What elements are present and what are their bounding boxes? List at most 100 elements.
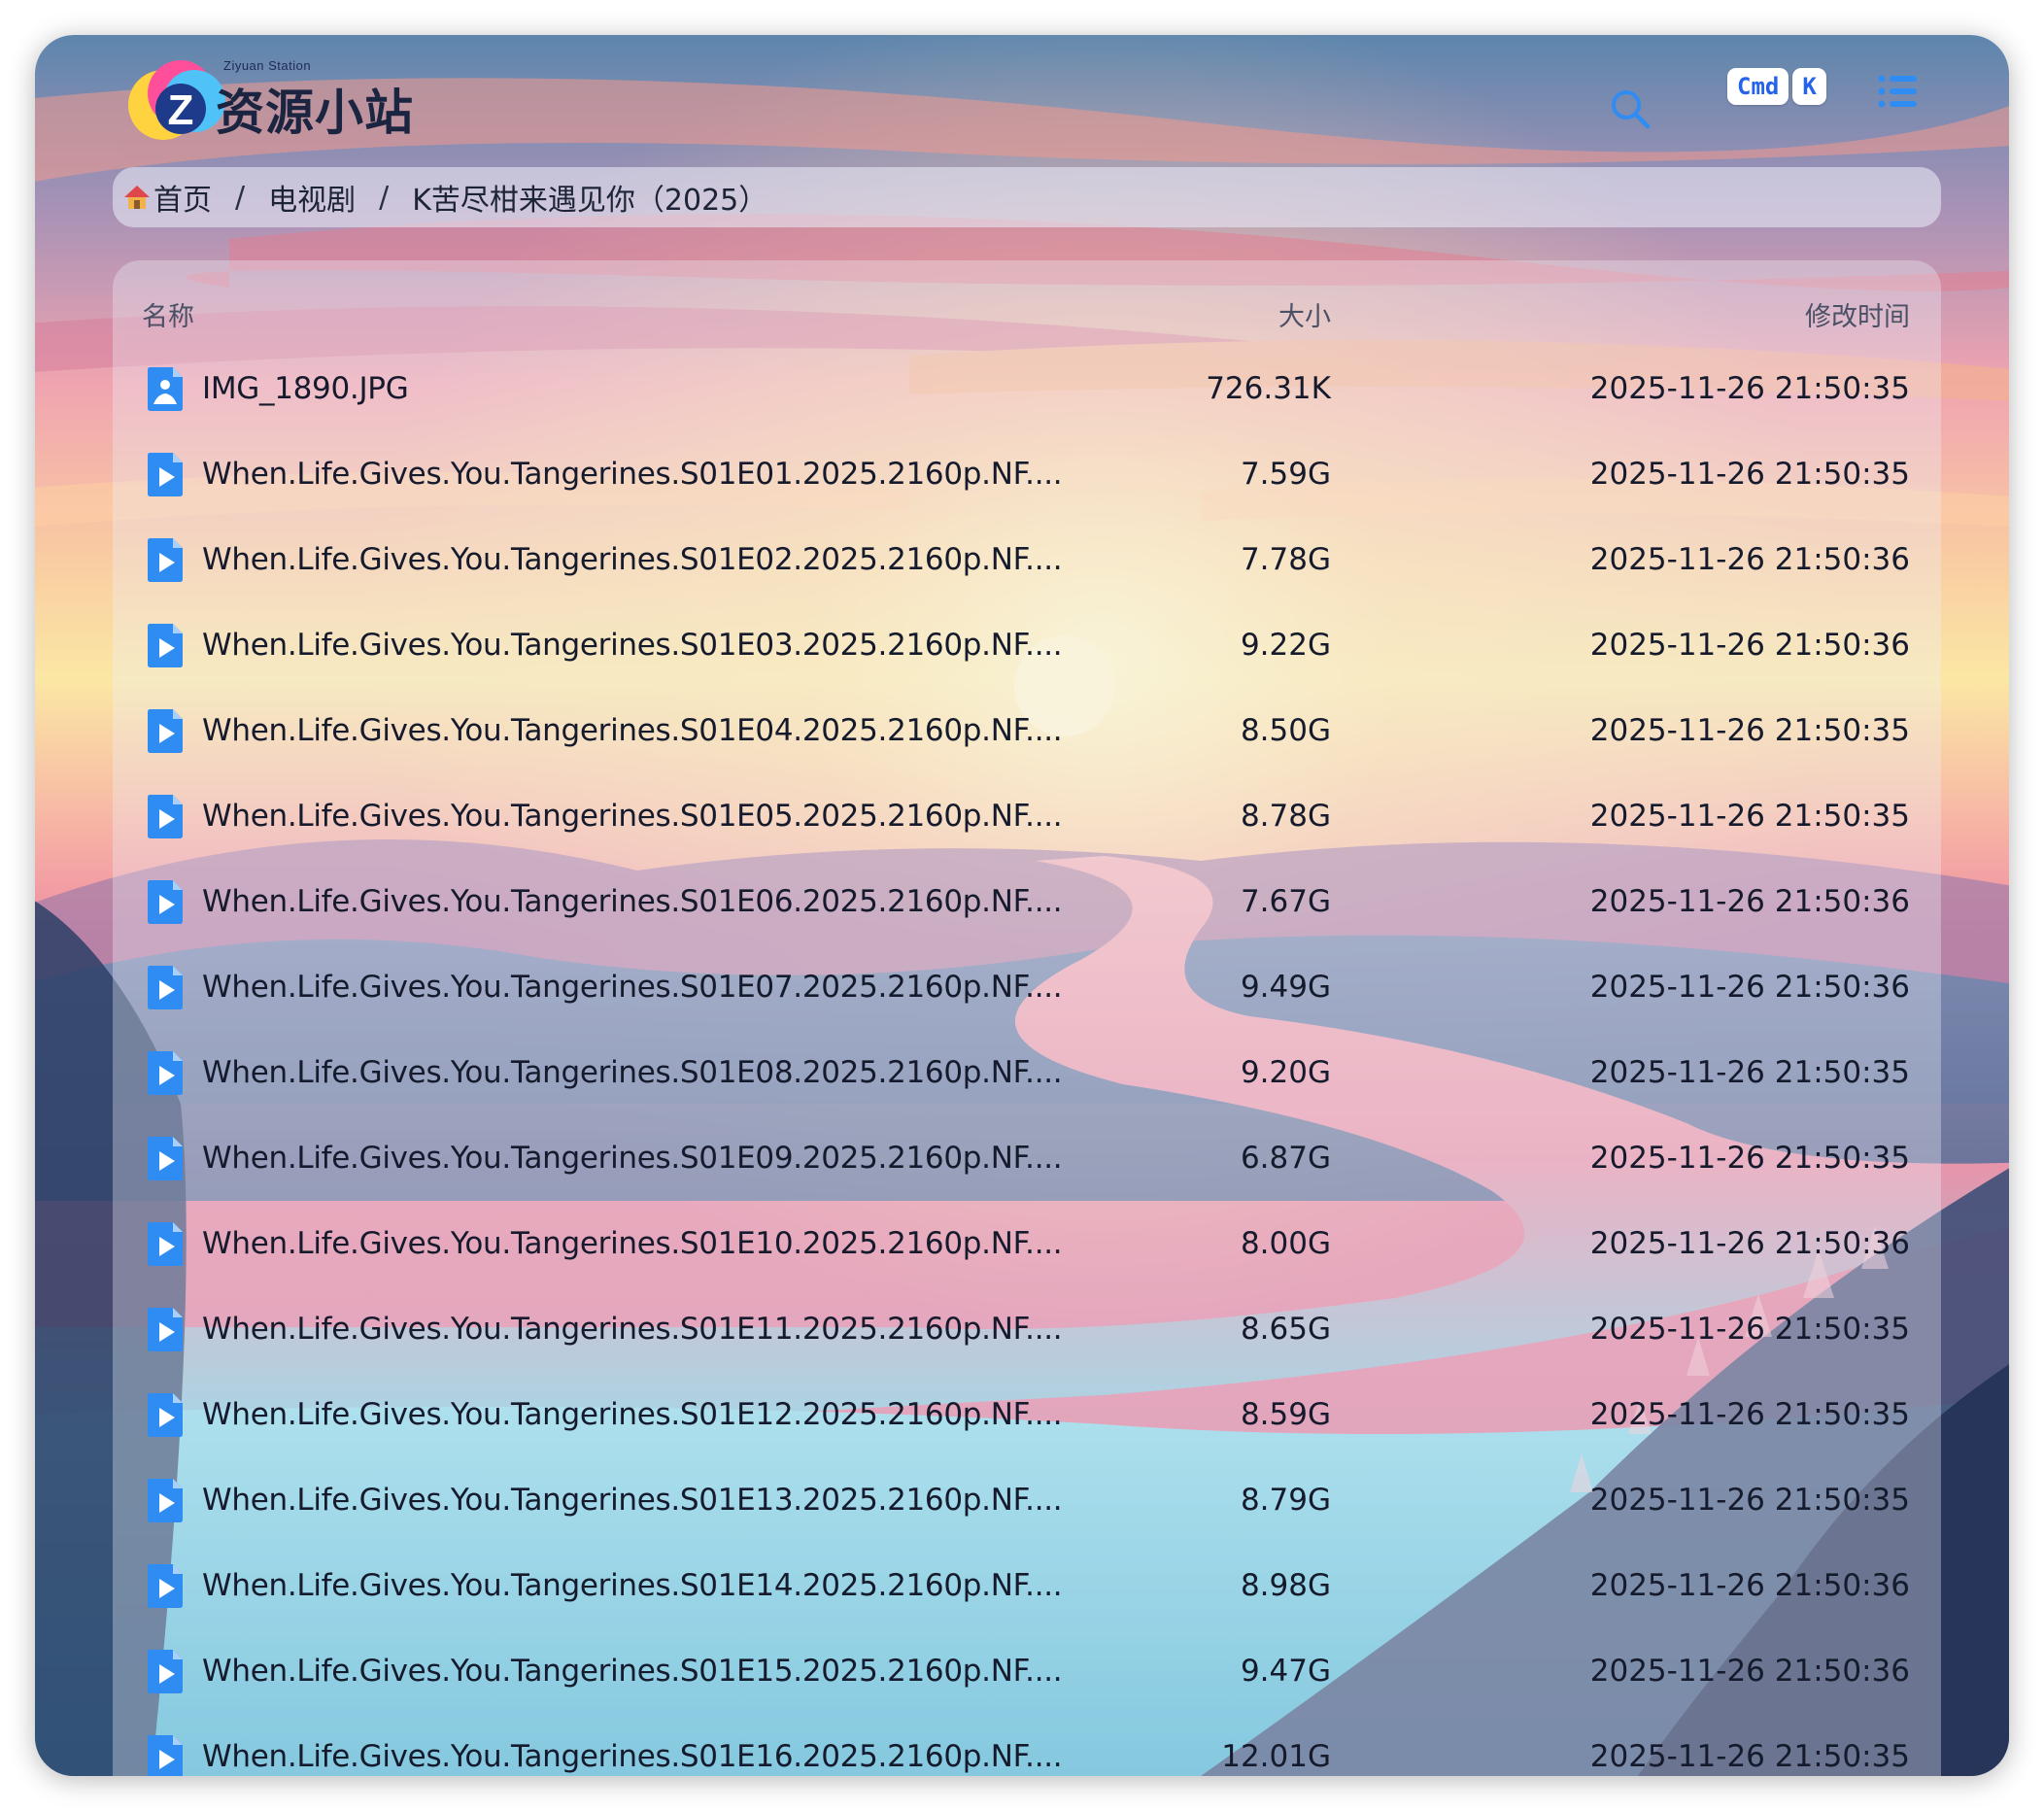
file-modified-time: 2025-11-26 21:50:35 xyxy=(1589,1312,1910,1347)
file-row[interactable]: When.Life.Gives.You.Tangerines.S01E13.20… xyxy=(113,1457,1941,1543)
search-shortcut-hint: Cmd K xyxy=(1727,68,1826,105)
file-size: 8.65G xyxy=(1240,1312,1331,1347)
file-name: When.Life.Gives.You.Tangerines.S01E09.20… xyxy=(202,1141,1063,1176)
file-row[interactable]: When.Life.Gives.You.Tangerines.S01E16.20… xyxy=(113,1714,1941,1776)
file-name: When.Life.Gives.You.Tangerines.S01E16.20… xyxy=(202,1739,1063,1774)
breadcrumb-separator: / xyxy=(379,180,390,215)
video-file-icon xyxy=(146,793,185,839)
file-row[interactable]: When.Life.Gives.You.Tangerines.S01E02.20… xyxy=(113,517,1941,602)
video-file-icon xyxy=(146,878,185,925)
column-header-size[interactable]: 大小 xyxy=(1278,295,1331,333)
image-file-icon xyxy=(146,365,185,412)
file-name: When.Life.Gives.You.Tangerines.S01E12.20… xyxy=(202,1397,1063,1432)
file-modified-time: 2025-11-26 21:50:35 xyxy=(1589,1397,1910,1432)
file-modified-time: 2025-11-26 21:50:35 xyxy=(1589,457,1910,492)
app-window: Z Ziyuan Station 资源小站 Cmd K 首页 / 电视剧 / K… xyxy=(35,35,2009,1776)
file-row[interactable]: When.Life.Gives.You.Tangerines.S01E05.20… xyxy=(113,773,1941,859)
kbd-cmd: Cmd xyxy=(1727,68,1789,105)
file-row[interactable]: When.Life.Gives.You.Tangerines.S01E03.20… xyxy=(113,602,1941,688)
column-header-modified[interactable]: 修改时间 xyxy=(1805,295,1910,333)
file-size: 726.31K xyxy=(1206,371,1331,406)
file-size: 9.49G xyxy=(1240,970,1331,1005)
file-size: 8.50G xyxy=(1240,713,1331,748)
file-row[interactable]: When.Life.Gives.You.Tangerines.S01E12.20… xyxy=(113,1372,1941,1457)
file-name: When.Life.Gives.You.Tangerines.S01E05.20… xyxy=(202,799,1063,834)
file-size: 7.67G xyxy=(1240,884,1331,919)
logo-letter: Z xyxy=(168,86,194,134)
file-modified-time: 2025-11-26 21:50:36 xyxy=(1589,1568,1910,1603)
file-modified-time: 2025-11-26 21:50:36 xyxy=(1589,628,1910,663)
file-rows: IMG_1890.JPG 726.31K 2025-11-26 21:50:35 Wh… xyxy=(113,346,1941,1776)
video-file-icon xyxy=(146,964,185,1010)
logo-small-text: Ziyuan Station xyxy=(223,58,312,73)
file-name: When.Life.Gives.You.Tangerines.S01E10.20… xyxy=(202,1226,1063,1261)
file-name: IMG_1890.JPG xyxy=(202,371,409,406)
file-size: 8.59G xyxy=(1240,1397,1331,1432)
file-name: When.Life.Gives.You.Tangerines.S01E11.20… xyxy=(202,1312,1063,1347)
video-file-icon xyxy=(146,536,185,583)
file-size: 9.22G xyxy=(1240,628,1331,663)
search-icon[interactable] xyxy=(1605,84,1655,134)
breadcrumb-current-folder[interactable]: K苦尽柑来遇见你（2025） xyxy=(412,176,767,219)
file-modified-time: 2025-11-26 21:50:35 xyxy=(1589,1739,1910,1774)
file-size: 8.00G xyxy=(1240,1226,1331,1261)
video-file-icon xyxy=(146,1135,185,1181)
video-file-icon xyxy=(146,1306,185,1352)
file-row[interactable]: When.Life.Gives.You.Tangerines.S01E10.20… xyxy=(113,1201,1941,1286)
file-name: When.Life.Gives.You.Tangerines.S01E01.20… xyxy=(202,457,1063,492)
column-header-name[interactable]: 名称 xyxy=(142,295,194,333)
breadcrumb: 首页 / 电视剧 / K苦尽柑来遇见你（2025） xyxy=(113,167,1941,227)
file-name: When.Life.Gives.You.Tangerines.S01E15.20… xyxy=(202,1654,1063,1689)
logo-text[interactable]: 资源小站 xyxy=(216,74,414,144)
file-list-panel: 名称 大小 修改时间 IMG_1890.JPG 726.31K 2025-11-26… xyxy=(113,260,1941,1776)
kbd-k: K xyxy=(1792,68,1826,105)
file-row[interactable]: When.Life.Gives.You.Tangerines.S01E14.20… xyxy=(113,1543,1941,1628)
video-file-icon xyxy=(146,622,185,668)
file-row[interactable]: When.Life.Gives.You.Tangerines.S01E08.20… xyxy=(113,1030,1941,1115)
file-modified-time: 2025-11-26 21:50:35 xyxy=(1589,371,1910,406)
list-view-icon[interactable] xyxy=(1875,68,1922,115)
video-file-icon xyxy=(146,1391,185,1438)
file-row[interactable]: When.Life.Gives.You.Tangerines.S01E07.20… xyxy=(113,944,1941,1030)
home-icon xyxy=(124,186,150,209)
file-size: 9.47G xyxy=(1240,1654,1331,1689)
video-file-icon xyxy=(146,1049,185,1096)
file-modified-time: 2025-11-26 21:50:35 xyxy=(1589,1141,1910,1176)
file-size: 7.78G xyxy=(1240,542,1331,577)
file-modified-time: 2025-11-26 21:50:36 xyxy=(1589,542,1910,577)
file-row[interactable]: When.Life.Gives.You.Tangerines.S01E09.20… xyxy=(113,1115,1941,1201)
file-name: When.Life.Gives.You.Tangerines.S01E04.20… xyxy=(202,713,1063,748)
file-name: When.Life.Gives.You.Tangerines.S01E14.20… xyxy=(202,1568,1063,1603)
file-size: 8.79G xyxy=(1240,1483,1331,1518)
file-row[interactable]: When.Life.Gives.You.Tangerines.S01E01.20… xyxy=(113,431,1941,517)
file-size: 7.59G xyxy=(1240,457,1331,492)
video-file-icon xyxy=(146,707,185,754)
file-row[interactable]: When.Life.Gives.You.Tangerines.S01E11.20… xyxy=(113,1286,1941,1372)
file-row[interactable]: When.Life.Gives.You.Tangerines.S01E06.20… xyxy=(113,859,1941,944)
file-modified-time: 2025-11-26 21:50:36 xyxy=(1589,970,1910,1005)
video-file-icon xyxy=(146,1477,185,1523)
file-modified-time: 2025-11-26 21:50:36 xyxy=(1589,1226,1910,1261)
video-file-icon xyxy=(146,1733,185,1776)
file-row[interactable]: When.Life.Gives.You.Tangerines.S01E04.20… xyxy=(113,688,1941,773)
file-size: 12.01G xyxy=(1221,1739,1331,1774)
file-size: 8.98G xyxy=(1240,1568,1331,1603)
video-file-icon xyxy=(146,1562,185,1609)
file-size: 8.78G xyxy=(1240,799,1331,834)
video-file-icon xyxy=(146,1648,185,1694)
video-file-icon xyxy=(146,451,185,497)
file-modified-time: 2025-11-26 21:50:36 xyxy=(1589,1654,1910,1689)
file-modified-time: 2025-11-26 21:50:36 xyxy=(1589,884,1910,919)
file-name: When.Life.Gives.You.Tangerines.S01E13.20… xyxy=(202,1483,1063,1518)
breadcrumb-separator: / xyxy=(235,180,246,215)
breadcrumb-home[interactable]: 首页 xyxy=(153,176,212,219)
file-size: 6.87G xyxy=(1240,1141,1331,1176)
file-modified-time: 2025-11-26 21:50:35 xyxy=(1589,1483,1910,1518)
video-file-icon xyxy=(146,1220,185,1267)
file-modified-time: 2025-11-26 21:50:35 xyxy=(1589,1055,1910,1090)
file-name: When.Life.Gives.You.Tangerines.S01E07.20… xyxy=(202,970,1063,1005)
file-row[interactable]: IMG_1890.JPG 726.31K 2025-11-26 21:50:35 xyxy=(113,346,1941,431)
breadcrumb-tv-series[interactable]: 电视剧 xyxy=(268,176,356,219)
file-name: When.Life.Gives.You.Tangerines.S01E03.20… xyxy=(202,628,1063,663)
file-row[interactable]: When.Life.Gives.You.Tangerines.S01E15.20… xyxy=(113,1628,1941,1714)
